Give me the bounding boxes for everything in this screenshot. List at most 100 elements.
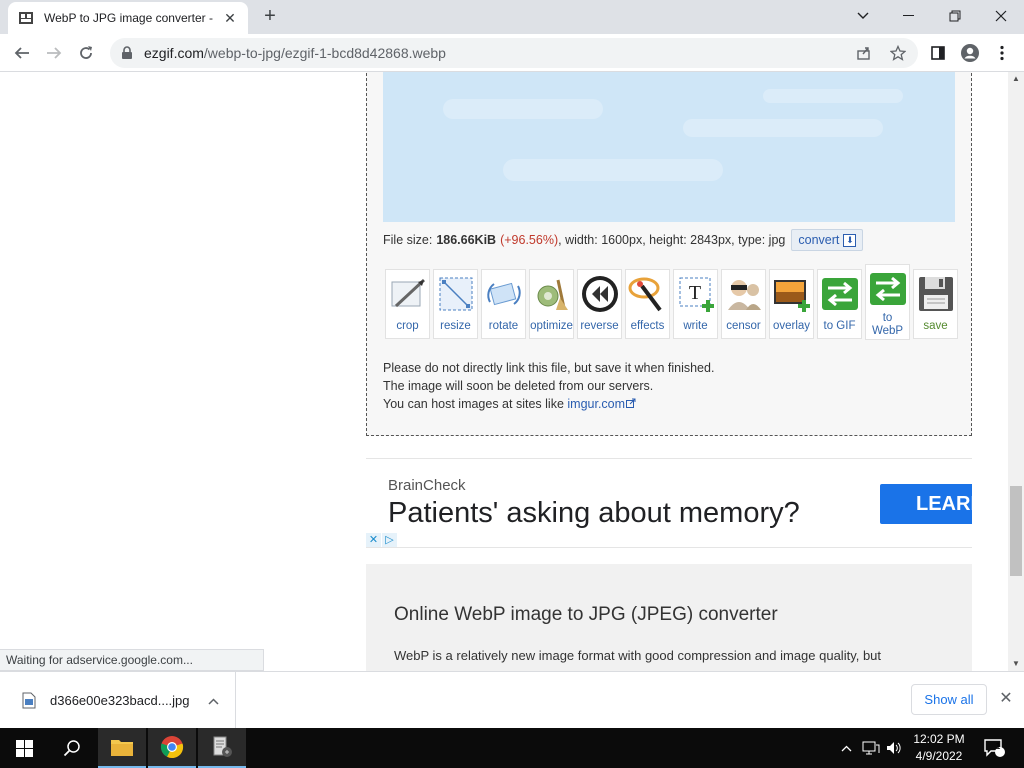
note-line-2: The image will soon be deleted from our … [383, 379, 654, 393]
profile-avatar-icon[interactable] [956, 39, 984, 67]
page-scrollbar[interactable]: ▲ ▼ [1008, 72, 1024, 671]
file-explorer-button[interactable] [98, 728, 146, 768]
tool-write-label: write [683, 320, 708, 332]
scroll-down-arrow-icon[interactable]: ▼ [1008, 657, 1024, 671]
download-file-name: d366e00e323bacd....jpg [50, 693, 190, 708]
search-button[interactable] [48, 728, 96, 768]
download-arrow-icon: ⬇ [843, 233, 857, 247]
status-bubble: Waiting for adservice.google.com... [0, 649, 264, 671]
notes: Please do not directly link this file, b… [383, 359, 714, 413]
image-file-icon [22, 692, 36, 709]
show-hidden-icons-chevron-icon[interactable] [836, 728, 856, 768]
close-window-button[interactable] [978, 0, 1024, 32]
censor-icon [727, 280, 761, 310]
windows-logo-icon [15, 739, 33, 757]
converted-image-preview [383, 72, 955, 222]
tool-save-label: save [923, 320, 948, 332]
save-icon [918, 277, 953, 311]
tool-optimize[interactable]: optimize [529, 269, 574, 339]
tool-overlay-label: overlay [772, 320, 811, 332]
reload-button[interactable] [72, 39, 100, 67]
tool-effects[interactable]: effects [625, 269, 670, 339]
file-info: File size: 186.66KiB (+96.56%) , width: … [383, 229, 864, 251]
tool-to-gif[interactable]: to GIF [817, 269, 862, 339]
tool-overlay[interactable]: overlay [769, 269, 814, 339]
to-webp-icon [869, 273, 906, 305]
show-all-button[interactable]: Show all [911, 684, 987, 715]
scrollbar-thumb[interactable] [1010, 486, 1022, 576]
tool-resize[interactable]: resize [433, 269, 478, 339]
article-section: Online WebP image to JPG (JPEG) converte… [366, 564, 972, 671]
ad-choices-icon[interactable]: ▷ [382, 533, 397, 547]
lock-icon [122, 46, 132, 59]
bookmark-star-icon[interactable] [884, 38, 912, 68]
side-panel-icon[interactable] [924, 39, 952, 67]
new-tab-button[interactable]: + [258, 4, 282, 28]
share-icon[interactable] [850, 38, 878, 68]
chevron-up-icon[interactable] [203, 694, 223, 708]
restore-button[interactable] [932, 0, 978, 32]
ad-close-icon[interactable]: ✕ [366, 533, 381, 547]
forward-button[interactable] [40, 39, 68, 67]
back-button[interactable] [8, 39, 36, 67]
imgur-link[interactable]: imgur.com [567, 397, 625, 411]
minimize-button[interactable] [886, 0, 932, 32]
tool-to-webp-label-line1: to [882, 312, 893, 324]
folder-icon [111, 740, 133, 756]
tool-reverse[interactable]: reverse [577, 269, 622, 339]
action-center-button[interactable]: 1 [980, 728, 1008, 768]
ad-headline[interactable]: Patients' asking about memory? [388, 497, 800, 530]
tool-rotate[interactable]: rotate [481, 269, 526, 339]
system-clock[interactable]: 12:02 PM 4/9/2022 [906, 731, 972, 765]
write-icon: T [679, 277, 714, 312]
tool-censor[interactable]: censor [721, 269, 766, 339]
close-download-bar-icon[interactable]: ✕ [996, 688, 1016, 712]
advertisement[interactable]: BrainCheck Patients' asking about memory… [366, 458, 972, 548]
address-bar[interactable]: ezgif.com/webp-to-jpg/ezgif-1-bcd8d42868… [110, 38, 918, 68]
effects-icon [628, 277, 662, 312]
document-app-icon [213, 736, 232, 757]
tool-to-webp[interactable]: to WebP [865, 264, 910, 340]
ad-cta-button[interactable]: LEARN [880, 484, 972, 524]
app-taskbar-button[interactable] [198, 728, 246, 768]
crop-icon [391, 278, 425, 308]
external-link-icon [626, 398, 636, 408]
tool-optimize-label: optimize [530, 320, 573, 332]
chrome-taskbar-button[interactable] [148, 728, 196, 768]
tab-search-icon[interactable] [840, 0, 886, 32]
tool-crop[interactable]: crop [385, 269, 430, 339]
network-icon[interactable] [860, 728, 882, 768]
rotate-icon [486, 282, 521, 306]
tool-write[interactable]: T write [673, 269, 718, 339]
convert-button[interactable]: convert ⬇ [791, 229, 864, 251]
windows-taskbar: 12:02 PM 4/9/2022 1 [0, 728, 1024, 768]
tool-effects-label: effects [630, 320, 665, 332]
reverse-icon [581, 276, 618, 312]
clock-time: 12:02 PM [913, 732, 965, 746]
scroll-up-arrow-icon[interactable]: ▲ [1008, 72, 1024, 86]
start-button[interactable] [0, 728, 48, 768]
tool-rotate-label: rotate [488, 320, 519, 332]
note-line-1: Please do not directly link this file, b… [383, 361, 715, 375]
tool-to-webp-label-line2: WebP [871, 325, 904, 337]
to-gif-icon [821, 278, 858, 310]
tool-save[interactable]: save [913, 269, 958, 339]
volume-icon[interactable] [884, 728, 906, 768]
tool-buttons: crop resize rotate optimize reverse effe… [385, 264, 958, 340]
url-host: ezgif.com [144, 45, 204, 61]
download-item[interactable]: d366e00e323bacd....jpg [14, 672, 236, 729]
file-size-change: (+96.56%) [500, 233, 559, 247]
convert-label: convert [798, 233, 840, 247]
svg-text:T: T [688, 282, 700, 304]
overlay-icon [773, 280, 810, 312]
tab-strip: WebP to JPG image converter - ✕ + [0, 0, 1024, 34]
note-line-3: You can host images at sites like imgur.… [383, 395, 714, 413]
browser-tab[interactable]: WebP to JPG image converter - ✕ [8, 2, 248, 34]
ad-choices[interactable]: ✕ ▷ [366, 533, 398, 547]
tab-close-icon[interactable]: ✕ [222, 10, 238, 27]
article-text: WebP is a relatively new image format wi… [394, 648, 882, 663]
note-line-3-prefix: You can host images at sites like [383, 397, 568, 411]
ezgif-favicon-icon [19, 12, 33, 24]
result-panel: File size: 186.66KiB (+96.56%) , width: … [366, 72, 972, 436]
menu-kebab-icon[interactable] [988, 39, 1016, 67]
